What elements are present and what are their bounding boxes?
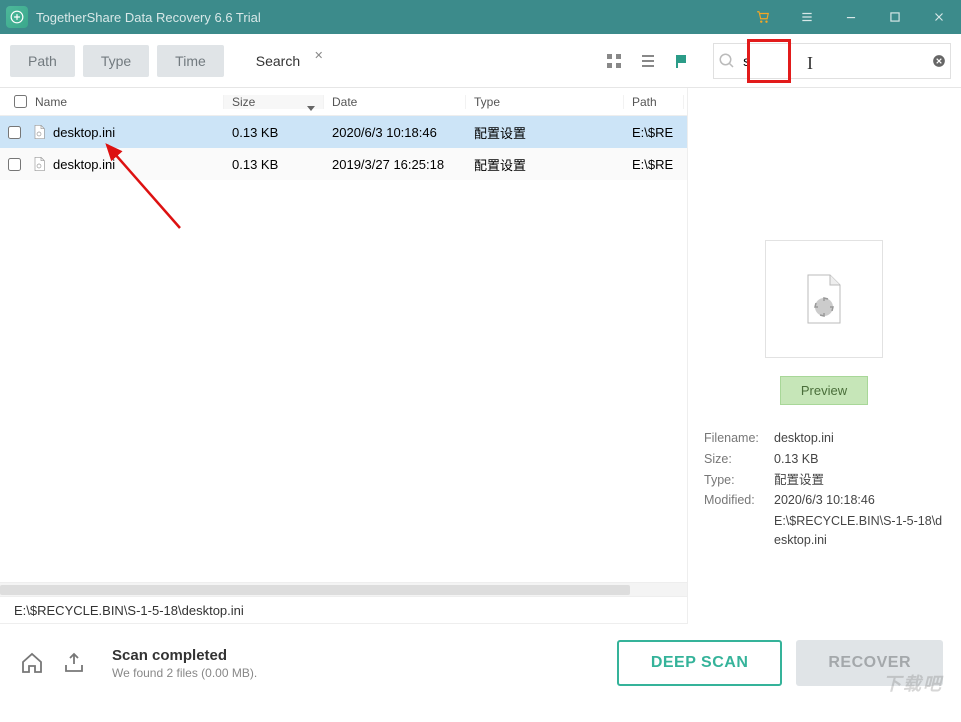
menu-icon[interactable] (785, 0, 829, 34)
minimize-icon[interactable] (829, 0, 873, 34)
scan-status-title: Scan completed (112, 647, 603, 664)
col-size[interactable]: Size (224, 95, 324, 109)
file-size: 0.13 KB (224, 157, 324, 172)
col-type[interactable]: Type (466, 95, 624, 109)
row-checkbox[interactable] (8, 126, 21, 139)
watermark: 下载吧 (883, 670, 943, 696)
app-logo (6, 6, 28, 28)
text-cursor-icon: I (807, 53, 809, 71)
table-row[interactable]: desktop.ini 0.13 KB 2019/3/27 16:25:18 配… (0, 148, 687, 180)
tab-path[interactable]: Path (10, 45, 75, 77)
file-path: E:\$RE (624, 125, 684, 140)
table-body: desktop.ini 0.13 KB 2020/6/3 10:18:46 配置… (0, 116, 687, 582)
file-path: E:\$RE (624, 157, 684, 172)
file-size: 0.13 KB (224, 125, 324, 140)
file-type: 配置设置 (466, 155, 624, 174)
file-date: 2020/6/3 10:18:46 (324, 125, 466, 140)
toolbar: Path Type Time Search ✕ I (0, 34, 961, 88)
search-icon (714, 52, 739, 70)
path-bar: E:\$RECYCLE.BIN\S-1-5-18\desktop.ini (0, 596, 687, 624)
table-header: Name Size Date Type Path (0, 88, 687, 116)
file-name: desktop.ini (53, 157, 115, 172)
tab-time[interactable]: Time (157, 45, 224, 77)
view-flag-icon[interactable] (667, 46, 697, 76)
file-icon (31, 156, 47, 172)
titlebar: TogetherShare Data Recovery 6.6 Trial (0, 0, 961, 34)
col-date[interactable]: Date (324, 95, 466, 109)
table-row[interactable]: desktop.ini 0.13 KB 2020/6/3 10:18:46 配置… (0, 116, 687, 148)
preview-thumbnail (765, 240, 883, 358)
maximize-icon[interactable] (873, 0, 917, 34)
file-date: 2019/3/27 16:25:18 (324, 157, 466, 172)
footer: Scan completed We found 2 files (0.00 MB… (0, 624, 961, 702)
clear-search-icon[interactable] (928, 54, 950, 68)
tab-search[interactable]: Search ✕ (242, 45, 338, 77)
scan-status-sub: We found 2 files (0.00 MB). (112, 666, 603, 680)
row-checkbox[interactable] (8, 158, 21, 171)
file-metadata: Filename:desktop.ini Size:0.13 KB Type:配… (704, 429, 944, 552)
file-table: Name Size Date Type Path desktop.ini 0.1… (0, 88, 687, 582)
preview-panel: Preview Filename:desktop.ini Size:0.13 K… (688, 88, 960, 624)
meta-type: 配置设置 (774, 471, 944, 490)
view-list-icon[interactable] (633, 46, 663, 76)
preview-button[interactable]: Preview (780, 376, 868, 405)
close-icon[interactable] (917, 0, 961, 34)
home-icon[interactable] (18, 649, 46, 677)
select-all-checkbox[interactable] (14, 95, 27, 108)
meta-modified: 2020/6/3 10:18:46 (774, 491, 944, 510)
file-name: desktop.ini (53, 125, 115, 140)
close-search-icon[interactable]: ✕ (314, 49, 323, 62)
tab-search-label: Search (256, 53, 300, 69)
deep-scan-button[interactable]: DEEP SCAN (617, 640, 783, 686)
app-title: TogetherShare Data Recovery 6.6 Trial (36, 10, 741, 25)
meta-size: 0.13 KB (774, 450, 944, 469)
view-grid-icon[interactable] (599, 46, 629, 76)
file-icon (31, 124, 47, 140)
horizontal-scrollbar[interactable] (0, 582, 687, 596)
cart-icon[interactable] (741, 0, 785, 34)
export-icon[interactable] (60, 649, 88, 677)
meta-filename: desktop.ini (774, 429, 944, 448)
col-path[interactable]: Path (624, 95, 684, 109)
file-type: 配置设置 (466, 123, 624, 142)
col-name[interactable]: Name (0, 95, 224, 109)
search-input[interactable] (739, 49, 928, 73)
tab-type[interactable]: Type (83, 45, 149, 77)
meta-fullpath: E:\$RECYCLE.BIN\S-1-5-18\desktop.ini (774, 512, 944, 550)
search-box: I (713, 43, 951, 79)
